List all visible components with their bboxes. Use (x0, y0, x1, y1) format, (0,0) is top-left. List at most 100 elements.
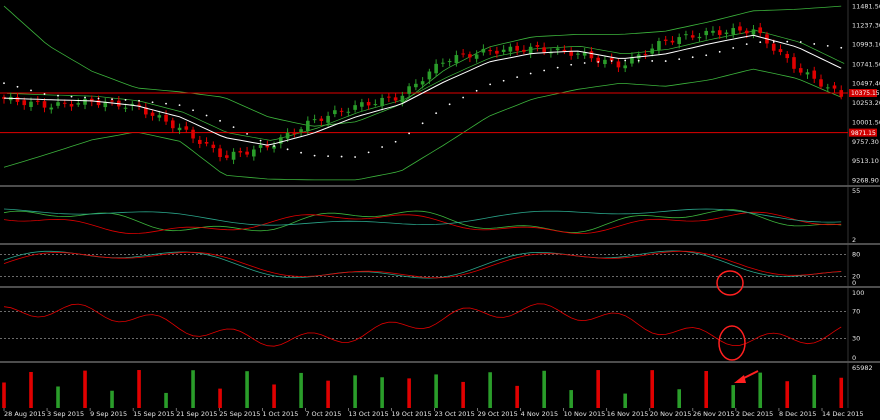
parabolic-sar-dot (759, 41, 762, 44)
volume-bar (650, 370, 654, 408)
candle-body (738, 26, 742, 31)
volume-bar (272, 384, 276, 408)
candle-body (150, 112, 155, 116)
candle-body (690, 35, 695, 38)
date-axis-label: 10 Nov 2015 (564, 410, 606, 418)
candle-body (569, 51, 573, 56)
candle-body (427, 71, 432, 80)
candle-body (711, 30, 715, 33)
parabolic-sar-dot (516, 76, 519, 79)
candle-body (461, 53, 465, 55)
date-axis-label: 3 Sep 2015 (47, 410, 84, 418)
date-axis-label: 20 Nov 2015 (650, 410, 692, 418)
parabolic-sar-dot (259, 139, 262, 142)
candle-body (306, 120, 310, 132)
price-axis-label: 11481.50 (852, 2, 880, 10)
current-price-tag: 10375.15 (851, 90, 880, 97)
parabolic-sar-dot (462, 96, 465, 99)
candle-body (778, 49, 783, 53)
candle-body (191, 129, 195, 139)
volume-bar (326, 380, 330, 408)
candle-body (29, 101, 33, 107)
date-axis-label: 21 Sep 2015 (176, 410, 217, 418)
candle-body (380, 97, 384, 107)
parabolic-sar-dot (367, 151, 370, 154)
candle-body (677, 37, 681, 45)
parabolic-sar-dot (691, 56, 694, 59)
candle-body (839, 90, 844, 97)
candle-body (441, 62, 445, 64)
price-axis-label: 9757.30 (852, 138, 879, 146)
stochastic-axis-bottom: 0 (852, 279, 856, 287)
candle-body (292, 132, 297, 134)
parabolic-sar-dot (435, 112, 438, 115)
candle-body (542, 47, 546, 53)
candle-body (360, 102, 364, 107)
date-axis-label: 29 Oct 2015 (478, 410, 518, 418)
candle-body (312, 119, 317, 121)
candle-body (198, 139, 202, 144)
parabolic-sar-dot (219, 119, 221, 122)
parabolic-sar-dot (300, 151, 302, 154)
volume-bar (299, 372, 303, 408)
parabolic-sar-dot (178, 104, 181, 107)
candle-body (670, 40, 675, 43)
rsi-axis-upper: 70 (852, 307, 860, 315)
candle-body (184, 126, 189, 130)
parabolic-sar-dot (475, 89, 478, 92)
candle-body (724, 32, 729, 34)
candle-body (481, 48, 486, 53)
volume-bar (191, 370, 195, 408)
candle-body (758, 27, 763, 34)
date-axis-label: 28 Aug 2015 (4, 410, 46, 418)
candle-body (15, 97, 20, 102)
candle-body (488, 50, 492, 52)
parabolic-sar-dot (840, 46, 843, 49)
candle-body (83, 98, 87, 105)
parabolic-sar-dot (84, 96, 86, 99)
parabolic-sar-dot (583, 62, 586, 64)
candle-body (157, 115, 162, 118)
parabolic-sar-dot (232, 126, 235, 129)
volume-bar (704, 371, 709, 408)
candle-body (76, 103, 81, 105)
candle-body (346, 111, 351, 113)
candle-body (326, 115, 330, 123)
parabolic-sar-dot (16, 85, 19, 88)
price-axis-label: 10741.50 (852, 60, 880, 68)
price-axis-label: 11237.30 (852, 22, 880, 30)
candle-body (56, 102, 60, 106)
volume-bar (164, 392, 168, 408)
parabolic-sar-dot (489, 83, 492, 86)
volume-bar (785, 381, 790, 408)
price-axis-label: 10253.20 (852, 99, 880, 107)
rsi-axis-top: 100 (852, 289, 864, 297)
parabolic-sar-dot (327, 155, 329, 157)
rsi-axis-bottom: 0 (852, 354, 856, 362)
candle-body (454, 55, 459, 64)
parabolic-sar-dot (502, 79, 505, 82)
candle-body (231, 151, 236, 160)
candle-body (717, 30, 722, 35)
parabolic-sar-dot (826, 44, 829, 47)
candle-body (393, 97, 398, 101)
candle-body (171, 120, 175, 129)
volume-bar (407, 378, 411, 408)
volume-axis-top: 65982 (852, 364, 873, 372)
candle-body (447, 61, 452, 63)
candle-body (522, 49, 526, 52)
candle-body (744, 30, 749, 34)
candle-body (508, 46, 513, 52)
candle-body (110, 100, 114, 102)
candle-body (468, 54, 472, 58)
parabolic-sar-dot (705, 54, 708, 57)
parabolic-sar-dot (3, 82, 5, 85)
volume-bar (839, 377, 844, 408)
price-axis-label: 10497.40 (852, 80, 880, 88)
candle-body (414, 83, 418, 88)
parabolic-sar-dot (43, 93, 46, 95)
parabolic-sar-dot (57, 94, 59, 97)
parabolic-sar-dot (381, 146, 384, 148)
parabolic-sar-dot (556, 66, 559, 69)
candle-body (603, 59, 607, 65)
